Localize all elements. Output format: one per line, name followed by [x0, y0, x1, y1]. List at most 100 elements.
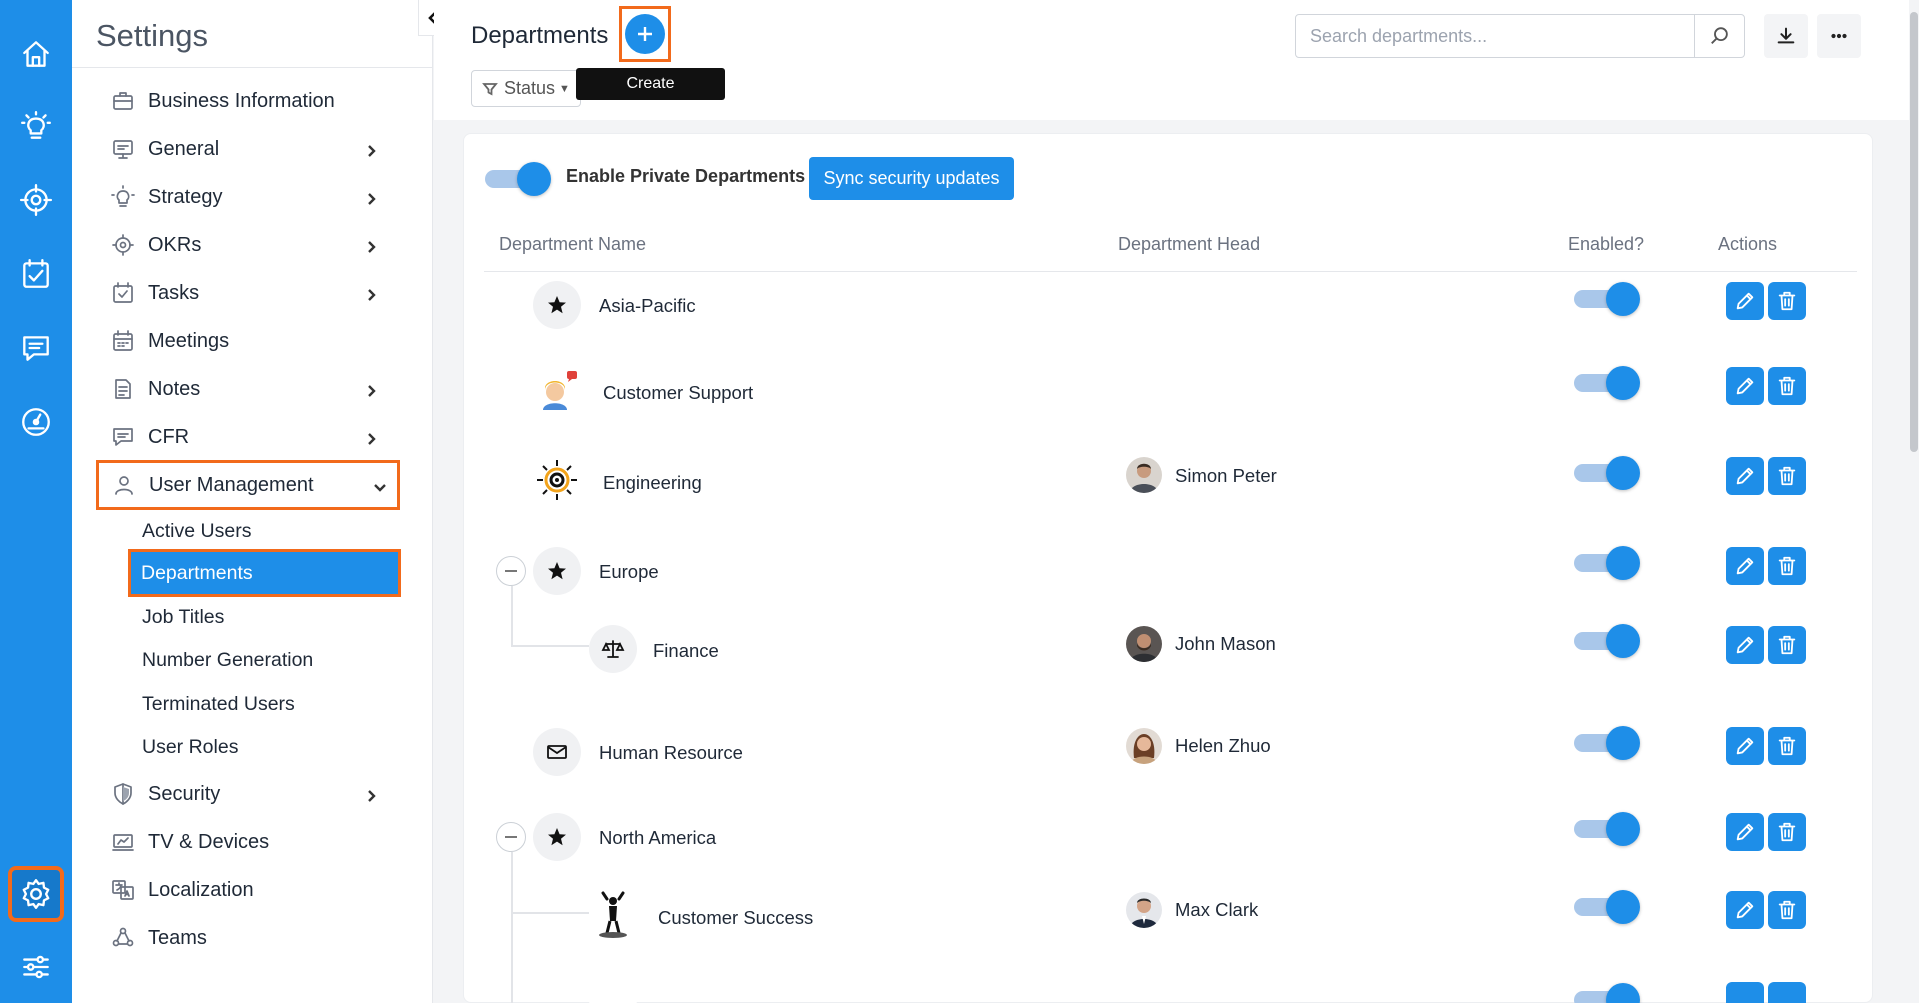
sidebar-item-user-management[interactable]: User Management — [96, 460, 400, 510]
dashboard-icon[interactable] — [10, 396, 62, 448]
enabled-toggle[interactable] — [1574, 455, 1642, 490]
chat-icon[interactable] — [10, 322, 62, 374]
search-button[interactable] — [1694, 15, 1744, 57]
enabled-toggle[interactable] — [1574, 365, 1642, 400]
sidebar-subitem-active-users[interactable]: Active Users — [130, 511, 400, 551]
chevron-right-icon — [364, 189, 378, 205]
sidebar-item-security[interactable]: Security — [98, 774, 388, 814]
sidebar-item-okrs[interactable]: OKRs — [98, 225, 388, 265]
avatar — [1126, 457, 1162, 493]
delete-button[interactable] — [1768, 367, 1806, 405]
scrollbar-thumb[interactable] — [1910, 12, 1918, 452]
collapse-north-america-button[interactable] — [496, 822, 526, 852]
chevron-right-icon — [364, 237, 378, 253]
edit-button[interactable] — [1726, 813, 1764, 851]
sidebar-subitem-number-generation[interactable]: Number Generation — [130, 640, 400, 680]
edit-button[interactable] — [1726, 891, 1764, 929]
target-icon — [110, 232, 136, 258]
sidebar-item-general[interactable]: General — [98, 129, 388, 169]
trash-icon — [1778, 736, 1796, 756]
pencil-icon — [1736, 467, 1754, 485]
edit-button[interactable] — [1726, 982, 1764, 1003]
department-name[interactable]: Finance — [653, 640, 719, 662]
caret-down-icon: ▼ — [559, 82, 570, 95]
sidebar-item-label: Teams — [148, 926, 207, 949]
delete-button[interactable] — [1768, 982, 1806, 1003]
chat-icon — [110, 424, 136, 450]
sidebar-item-notes[interactable]: Notes — [98, 369, 388, 409]
edit-button[interactable] — [1726, 547, 1764, 585]
edit-button[interactable] — [1726, 457, 1764, 495]
department-name[interactable]: Asia-Pacific — [599, 295, 696, 317]
teams-icon — [110, 925, 136, 951]
tree-connector — [511, 912, 589, 914]
sync-security-button[interactable]: Sync security updates — [809, 157, 1014, 200]
delete-button[interactable] — [1768, 813, 1806, 851]
sidebar-item-tv-devices[interactable]: TV & Devices — [98, 822, 388, 862]
sidebar-item-cfr[interactable]: CFR — [98, 417, 388, 457]
sidebar-item-label: User Management — [149, 473, 314, 496]
department-name[interactable]: Customer Success — [658, 907, 813, 929]
create-button[interactable] — [625, 14, 665, 54]
edit-button[interactable] — [1726, 367, 1764, 405]
divider — [72, 67, 433, 68]
sidebar-subitem-terminated-users[interactable]: Terminated Users — [130, 684, 400, 724]
enabled-toggle[interactable] — [1574, 811, 1642, 846]
enabled-toggle[interactable] — [1574, 545, 1642, 580]
department-name[interactable]: Customer Support — [603, 382, 753, 404]
divider — [484, 271, 1857, 272]
department-head-name: Simon Peter — [1175, 465, 1277, 486]
enabled-toggle[interactable] — [1574, 623, 1642, 658]
enabled-toggle[interactable] — [1574, 889, 1642, 924]
lightbulb-icon[interactable] — [10, 100, 62, 152]
star-icon — [533, 813, 581, 861]
target-icon[interactable] — [10, 174, 62, 226]
edit-button[interactable] — [1726, 282, 1764, 320]
column-header-actions: Actions — [1718, 234, 1778, 254]
delete-button[interactable] — [1768, 282, 1806, 320]
sidebar-subitem-departments[interactable]: Departments — [128, 549, 401, 597]
department-name[interactable]: North America — [599, 827, 716, 849]
delete-button[interactable] — [1768, 727, 1806, 765]
sidebar-item-teams[interactable]: Teams — [98, 918, 388, 958]
sliders-icon[interactable] — [10, 941, 62, 993]
delete-button[interactable] — [1768, 626, 1806, 664]
sidebar-subitem-user-roles[interactable]: User Roles — [130, 727, 400, 767]
more-options-button[interactable] — [1817, 14, 1861, 58]
avatar — [1126, 892, 1162, 928]
sidebar-item-label: TV & Devices — [148, 830, 270, 853]
home-icon[interactable] — [10, 28, 62, 80]
sidebar-item-tasks[interactable]: Tasks — [98, 273, 388, 313]
collapse-europe-button[interactable] — [496, 556, 526, 586]
chevron-right-icon — [364, 141, 378, 157]
edit-button[interactable] — [1726, 626, 1764, 664]
sidebar-subitem-job-titles[interactable]: Job Titles — [130, 597, 400, 637]
department-name[interactable]: Human Resource — [599, 742, 743, 764]
delete-button[interactable] — [1768, 891, 1806, 929]
enabled-toggle[interactable] — [1574, 982, 1642, 1003]
tree-connector — [511, 852, 513, 1003]
department-head-name: Max Clark — [1175, 899, 1259, 920]
department-name[interactable]: Europe — [599, 561, 659, 583]
download-button[interactable] — [1764, 14, 1808, 58]
enable-private-toggle[interactable] — [485, 161, 553, 196]
enabled-toggle[interactable] — [1574, 725, 1642, 760]
delete-button[interactable] — [1768, 457, 1806, 495]
status-filter-dropdown[interactable]: Status ▼ — [471, 70, 581, 107]
delete-button[interactable] — [1768, 547, 1806, 585]
page-title: Departments — [471, 22, 609, 49]
settings-gear-icon[interactable] — [8, 866, 64, 922]
department-name[interactable]: Engineering — [603, 472, 702, 494]
pencil-icon — [1736, 901, 1754, 919]
enabled-toggle[interactable] — [1574, 281, 1642, 316]
sidebar-item-meetings[interactable]: Meetings — [98, 321, 388, 361]
sidebar-item-strategy[interactable]: Strategy — [98, 177, 388, 217]
lightbulb-icon — [110, 184, 136, 210]
search-input[interactable] — [1296, 15, 1694, 57]
edit-button[interactable] — [1726, 727, 1764, 765]
search-box — [1295, 14, 1745, 58]
shield-icon — [110, 781, 136, 807]
tasks-icon[interactable] — [10, 248, 62, 300]
sidebar-item-business-information[interactable]: Business Information — [98, 81, 388, 121]
sidebar-item-localization[interactable]: Localization — [98, 870, 388, 910]
